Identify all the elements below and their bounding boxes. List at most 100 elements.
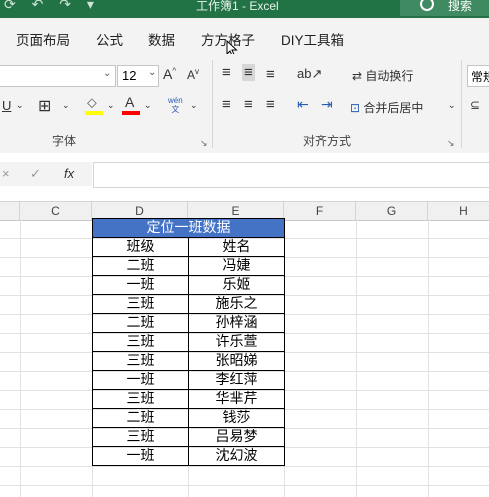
underline-button[interactable]: U (2, 98, 11, 113)
chevron-down-icon[interactable]: ⌄ (144, 100, 152, 111)
class-cell[interactable]: 一班 (92, 370, 189, 390)
group-divider (461, 60, 462, 148)
font-color-icon: A (125, 94, 135, 110)
class-cell[interactable]: 一班 (92, 275, 189, 295)
class-cell[interactable]: 三班 (92, 389, 189, 409)
align-right-icon[interactable]: ≡ (266, 96, 275, 113)
class-cell[interactable]: 三班 (92, 294, 189, 314)
grow-font-button[interactable]: A^ (163, 66, 176, 82)
font-dialog-launcher-icon[interactable]: ↘ (200, 138, 208, 149)
name-cell[interactable]: 孙梓涵 (188, 313, 285, 333)
header-cell-class[interactable]: 班级 (92, 237, 189, 257)
name-cell[interactable]: 乐姬 (188, 275, 285, 295)
currency-format-icon[interactable]: ⊆ (470, 98, 480, 112)
title-bar: ⟳ ↶ ↷ ▾ 工作簿1 - Excel 搜索 (0, 0, 489, 18)
table-row: 三班 施乐之 (92, 294, 285, 314)
name-cell[interactable]: 沈幻波 (188, 446, 285, 466)
chevron-down-icon: ⌄ (103, 68, 112, 79)
chevron-down-icon[interactable]: ⌄ (448, 100, 456, 111)
name-cell[interactable]: 钱莎 (188, 408, 285, 428)
column-header-g[interactable]: G (356, 202, 428, 220)
name-cell[interactable]: 施乐之 (188, 294, 285, 314)
quick-access-toolbar[interactable]: ⟳ ↶ ↷ ▾ (4, 0, 100, 13)
border-icon[interactable]: ⊞ (38, 96, 51, 116)
align-left-icon[interactable]: ≡ (222, 96, 231, 113)
search-box[interactable]: 搜索 (400, 0, 489, 16)
increase-indent-icon[interactable]: ⇥ (321, 96, 333, 113)
chevron-down-icon[interactable]: ⌄ (190, 100, 198, 111)
name-cell[interactable]: 张昭娣 (188, 351, 285, 371)
phonetic-guide-button[interactable]: wén 文 (168, 96, 183, 114)
align-bottom-icon[interactable]: ≡ (266, 66, 275, 83)
data-table: 定位一班数据 班级 姓名 二班 冯婕 一班 乐姬 三班 施乐之 二班 孙梓涵 三班 许乐萱… (92, 218, 285, 466)
search-label: 搜索 (448, 0, 473, 13)
name-cell[interactable]: 李红萍 (188, 370, 285, 390)
class-cell[interactable]: 三班 (92, 427, 189, 447)
group-divider (212, 60, 213, 148)
table-title-cell[interactable]: 定位一班数据 (92, 218, 285, 238)
table-row: 一班 李红萍 (92, 370, 285, 390)
paint-bucket-icon: ⬦ (87, 94, 97, 110)
table-row: 一班 乐姬 (92, 275, 285, 295)
class-cell[interactable]: 一班 (92, 446, 189, 466)
decrease-indent-icon[interactable]: ⇤ (297, 96, 309, 113)
class-cell[interactable]: 二班 (92, 408, 189, 428)
tab-diy-toolbox[interactable]: DIY工具箱 (281, 29, 344, 49)
font-name-combobox[interactable]: ⌄ (0, 65, 116, 87)
chevron-down-icon[interactable]: ⌄ (16, 100, 24, 111)
enter-check-icon[interactable]: ✓ (30, 166, 41, 182)
ribbon: ⌄ 12 ⌄ A^ Av U ⌄ ⊞ ⌄ ⬦ ⌄ A ⌄ wén 文 ⌄ 字体 ↘… (0, 54, 489, 154)
table-row: 三班 吕易梦 (92, 427, 285, 447)
table-row: 三班 许乐萱 (92, 332, 285, 352)
column-header-partial[interactable] (0, 202, 20, 220)
class-cell[interactable]: 三班 (92, 332, 189, 352)
name-cell[interactable]: 吕易梦 (188, 427, 285, 447)
class-cell[interactable]: 二班 (92, 256, 189, 276)
name-cell[interactable]: 华芈芹 (188, 389, 285, 409)
table-row: 二班 冯婕 (92, 256, 285, 276)
fill-color-button[interactable]: ⬦ (85, 94, 103, 115)
cancel-icon[interactable]: × (2, 166, 10, 181)
tab-data[interactable]: 数据 (148, 29, 175, 49)
column-header-f[interactable]: F (284, 202, 356, 220)
ribbon-tabs: 页面布局 公式 数据 方方格子 DIY工具箱 (0, 18, 489, 58)
table-row: 一班 沈幻波 (92, 446, 285, 466)
number-format-combobox[interactable]: 常规 (467, 65, 489, 87)
insert-function-button[interactable]: fx (64, 166, 74, 181)
class-cell[interactable]: 二班 (92, 313, 189, 333)
formula-bar: × ✓ fx (0, 153, 489, 195)
tab-formulas[interactable]: 公式 (96, 29, 123, 49)
search-icon (420, 0, 434, 11)
tab-page-layout[interactable]: 页面布局 (16, 29, 70, 49)
window-title: 工作簿1 - Excel (196, 0, 279, 13)
align-center-icon[interactable]: ≡ (244, 96, 253, 113)
font-color-button[interactable]: A (122, 94, 140, 115)
formula-bar-controls (0, 162, 92, 186)
font-size-combobox[interactable]: 12 ⌄ (117, 65, 159, 87)
table-row: 三班 张昭娣 (92, 351, 285, 371)
font-group-label: 字体 (52, 134, 77, 148)
name-cell[interactable]: 许乐萱 (188, 332, 285, 352)
chevron-down-icon[interactable]: ⌄ (107, 100, 115, 111)
alignment-dialog-launcher-icon[interactable]: ↘ (447, 138, 455, 149)
chevron-down-icon: ⌄ (148, 67, 157, 78)
font-size-value: 12 (122, 68, 137, 83)
orientation-icon[interactable]: ab↗ (297, 66, 322, 82)
header-cell-name[interactable]: 姓名 (188, 237, 285, 257)
table-row: 二班 孙梓涵 (92, 313, 285, 333)
class-cell[interactable]: 三班 (92, 351, 189, 371)
table-row: 三班 华芈芹 (92, 389, 285, 409)
table-row: 二班 钱莎 (92, 408, 285, 428)
shrink-font-button[interactable]: Av (187, 67, 199, 82)
chevron-down-icon[interactable]: ⌄ (62, 100, 70, 111)
merge-center-button[interactable]: ⊡ 合并后居中 (350, 99, 423, 116)
formula-input[interactable] (93, 162, 489, 188)
align-top-icon[interactable]: ≡ (222, 64, 231, 81)
name-cell[interactable]: 冯婕 (188, 256, 285, 276)
align-middle-icon[interactable]: ≡ (242, 64, 255, 81)
column-header-c[interactable]: C (20, 202, 92, 220)
wrap-text-button[interactable]: ⇄ 自动换行 (352, 67, 413, 84)
wrap-text-icon: ⇄ (352, 69, 363, 83)
column-header-h[interactable]: H (428, 202, 489, 220)
alignment-group-label: 对齐方式 (303, 134, 352, 148)
